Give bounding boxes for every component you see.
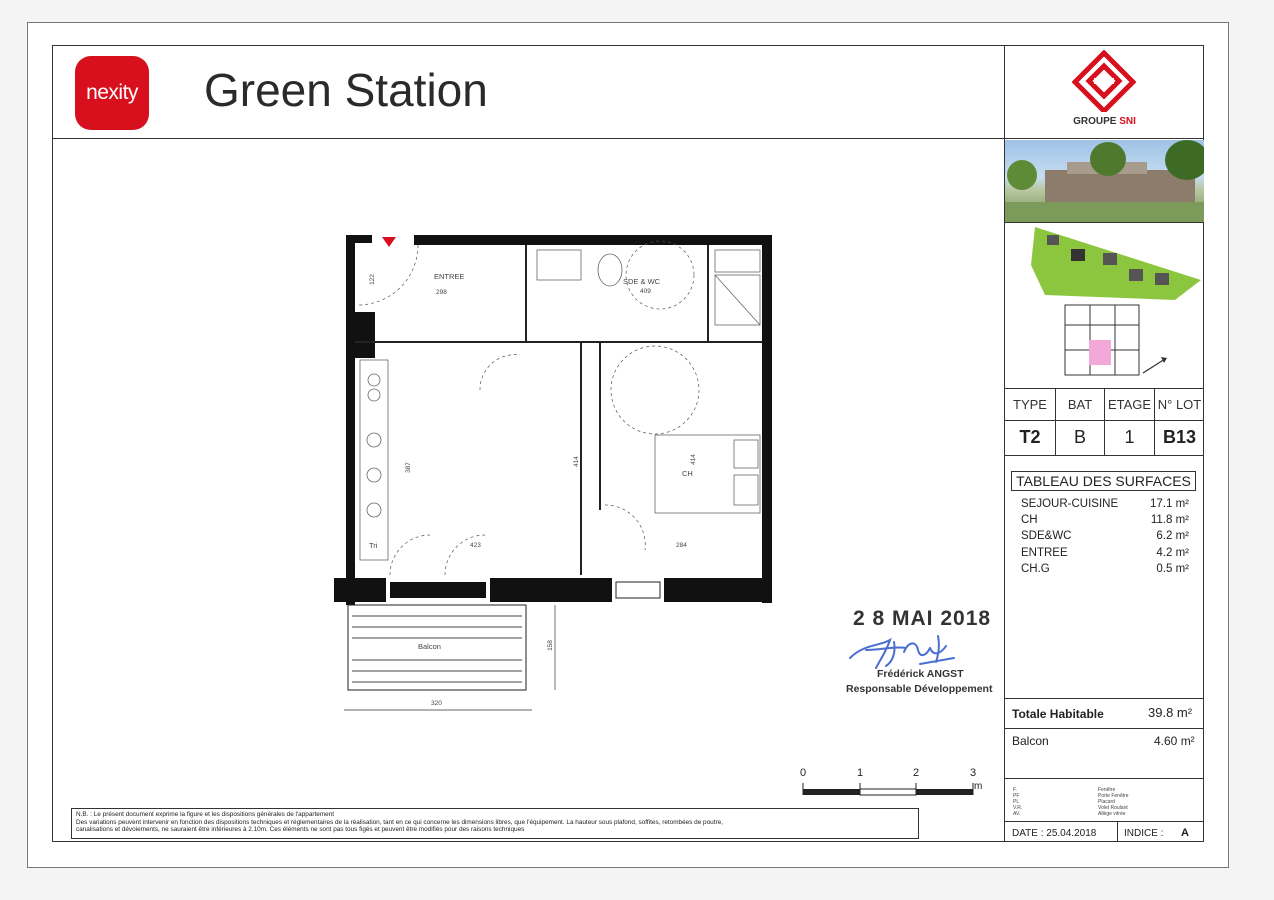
lot-header-type: TYPE: [1013, 397, 1047, 412]
dim-balcon-width: 320: [431, 700, 442, 707]
sidebar-logo-divider: [1004, 138, 1204, 139]
dim-entree-height: 122: [368, 274, 376, 285]
dim-sejour-width: 423: [470, 542, 481, 549]
dim-entree-width: 298: [436, 289, 447, 296]
room-label-sde-wc: SDE & WC: [623, 277, 661, 286]
total-habitable-label: Totale Habitable: [1012, 707, 1104, 721]
room-label-ch: CH: [682, 469, 693, 478]
indice-value: A: [1181, 827, 1189, 839]
stamp-name: Frédérick ANGST: [877, 668, 964, 680]
scale-tick-2: 2: [913, 767, 920, 779]
scale-tick-0: 0: [800, 767, 807, 779]
balcon-label: Balcon: [1012, 734, 1049, 748]
surface-row: SEJOUR-CUISINE 17.1 m²: [1021, 498, 1189, 510]
dim-sde-width: 409: [640, 288, 651, 295]
legend-meanings: Fenêtre Porte Fenêtre Placard Volet Roulant…: [1098, 787, 1129, 817]
sidebar-photo-divider: [1004, 222, 1204, 223]
scale-bar: [802, 783, 974, 796]
lot-number: B13: [1162, 427, 1197, 447]
surfaces-table-title: TABLEAU DES SURFACES: [1011, 471, 1196, 491]
project-title: Green Station: [204, 64, 488, 116]
room-label-entree: ENTREE: [434, 272, 465, 281]
surface-row: CH 11.8 m²: [1021, 514, 1189, 526]
indice-label: INDICE :: [1124, 828, 1164, 839]
scale-tick-3: 3: [970, 767, 977, 779]
lot-header-bat: BAT: [1067, 397, 1093, 412]
floor-plan-drawing: [334, 235, 772, 711]
plan-date: DATE : 25.04.2018: [1012, 828, 1097, 839]
legal-notes: N.B. : Le présent document exprime la fi…: [71, 808, 919, 839]
nexity-logo: nexity: [75, 56, 149, 130]
lot-header-lot: N° LOT: [1157, 397, 1202, 412]
dim-balcon-height: 158: [546, 640, 554, 651]
room-label-balcon: Balcon: [418, 642, 441, 651]
header-divider: [52, 138, 1004, 139]
lot-bat: B: [1073, 427, 1086, 447]
scale-tick-1: 1: [857, 767, 864, 779]
building-photo: [1005, 140, 1204, 222]
legend-codes: F. PF PL V.R. AV.: [1013, 787, 1023, 817]
stamp-role: Responsable Développement: [846, 683, 993, 695]
groupe-sni-label: GROUPE SNI: [1073, 116, 1136, 127]
room-label-tri: Tri: [369, 541, 378, 550]
lot-header-etage: ETAGE: [1107, 397, 1152, 412]
groupe-sni-logo-icon: [1072, 50, 1136, 112]
surface-row: SDE&WC 6.2 m²: [1021, 530, 1189, 542]
dim-sejour-height-2: 414: [572, 456, 580, 467]
balcon-value: 4.60 m²: [1154, 734, 1195, 748]
signature-icon: [849, 635, 955, 669]
dim-ch-height: 414: [689, 454, 697, 465]
dim-ch-width: 284: [676, 542, 687, 549]
lot-etage: 1: [1124, 427, 1135, 447]
surface-row: ENTREE 4.2 m²: [1021, 547, 1189, 559]
total-habitable-value: 39.8 m²: [1148, 705, 1193, 720]
surface-row: CH.G 0.5 m²: [1021, 563, 1189, 575]
lot-type: T2: [1019, 427, 1041, 447]
site-mass-plan: [1031, 227, 1201, 376]
dim-sejour-height: 387: [404, 462, 412, 473]
